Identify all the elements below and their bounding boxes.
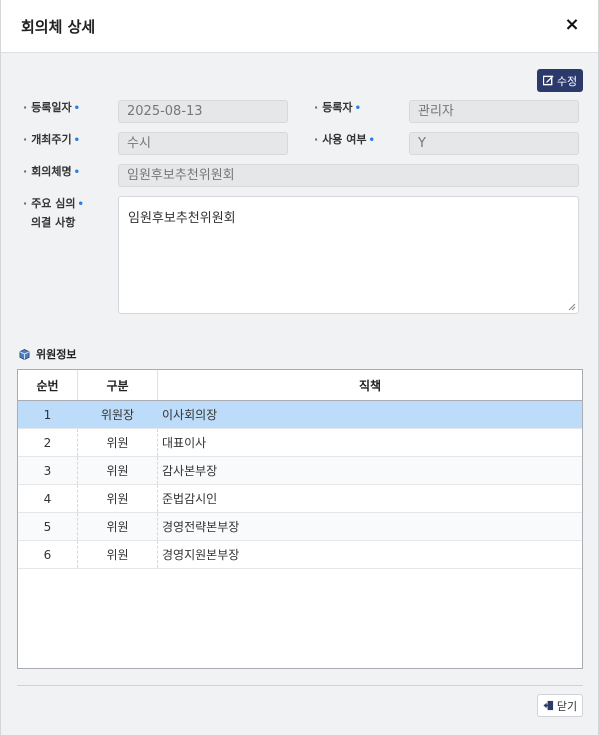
cell-position: 경영지원본부장 <box>162 548 240 562</box>
matters-label: · 주요 심의 • 의결 사항 <box>23 197 84 229</box>
cell-type: 위원 <box>78 457 158 484</box>
matters-textarea[interactable]: 임원후보추천위원회 <box>118 196 579 314</box>
footer-divider <box>17 685 583 686</box>
cell-position: 대표이사 <box>162 436 207 450</box>
required-mark: • <box>77 199 84 210</box>
matters-text: 임원후보추천위원회 <box>128 211 236 226</box>
required-mark: • <box>73 135 81 146</box>
table-row[interactable]: 3 위원 감사본부장 <box>18 457 582 485</box>
meeting-detail-dialog: 회의체 상세 × 수정 · 등록일자 • 2025-08-13 · 등록자 • 관리자 … <box>0 0 599 735</box>
dialog-header: 회의체 상세 × <box>1 0 598 53</box>
reg-date-field[interactable]: 2025-08-13 <box>118 100 288 123</box>
registrant-label: · 등록자 • <box>314 101 361 114</box>
cell-position: 감사본부장 <box>162 464 218 478</box>
cell-no: 6 <box>18 541 78 568</box>
column-header-position[interactable]: 직책 <box>158 370 582 400</box>
table-row[interactable]: 5 위원 경영전략본부장 <box>18 513 582 541</box>
cell-type: 위원장 <box>78 401 158 428</box>
table-row[interactable]: 4 위원 준법감시인 <box>18 485 582 513</box>
table-row[interactable]: 6 위원 경영지원본부장 <box>18 541 582 569</box>
column-header-no[interactable]: 순번 <box>18 370 78 400</box>
members-section-title: 위원정보 <box>19 346 76 362</box>
exit-icon <box>543 700 553 711</box>
required-mark: • <box>368 135 375 146</box>
cell-position: 준법감시인 <box>162 492 218 506</box>
cell-type: 위원 <box>78 513 158 540</box>
table-row[interactable]: 1 위원장 이사회의장 <box>18 401 582 429</box>
cell-no: 3 <box>18 457 78 484</box>
cell-type: 위원 <box>78 429 158 456</box>
cube-icon <box>19 348 30 360</box>
cell-no: 5 <box>18 513 78 540</box>
in-use-field[interactable]: Y <box>409 132 579 155</box>
close-button-label: 닫기 <box>556 699 578 713</box>
column-header-type[interactable]: 구분 <box>78 370 158 400</box>
in-use-label: · 사용 여부 • <box>314 133 375 146</box>
close-icon[interactable]: × <box>564 15 580 35</box>
reg-date-label: · 등록일자 • <box>23 101 81 114</box>
edit-button[interactable]: 수정 <box>537 69 583 92</box>
grid-header: 순번 구분 직책 <box>18 370 582 401</box>
dialog-title: 회의체 상세 <box>21 18 96 36</box>
resize-handle-icon[interactable] <box>568 303 576 311</box>
cycle-field[interactable]: 수시 <box>118 132 288 155</box>
name-label: · 회의체명 • <box>23 165 81 178</box>
edit-button-label: 수정 <box>556 74 578 88</box>
cell-type: 위원 <box>78 541 158 568</box>
required-mark: • <box>354 103 361 114</box>
edit-icon <box>542 75 554 86</box>
required-mark: • <box>73 103 81 114</box>
table-row[interactable]: 2 위원 대표이사 <box>18 429 582 457</box>
cell-no: 4 <box>18 485 78 512</box>
members-grid: 순번 구분 직책 1 위원장 이사회의장 2 위원 대표이사 3 위원 감사본부… <box>17 369 583 669</box>
cell-position: 경영전략본부장 <box>162 520 240 534</box>
cell-type: 위원 <box>78 485 158 512</box>
cell-no: 1 <box>18 401 78 428</box>
name-field[interactable]: 임원후보추천위원회 <box>118 164 579 187</box>
required-mark: • <box>73 167 81 178</box>
close-button[interactable]: 닫기 <box>537 694 583 717</box>
cell-position: 이사회의장 <box>162 408 218 422</box>
registrant-field[interactable]: 관리자 <box>409 100 579 123</box>
cycle-label: · 개최주기 • <box>23 133 81 146</box>
cell-no: 2 <box>18 429 78 456</box>
